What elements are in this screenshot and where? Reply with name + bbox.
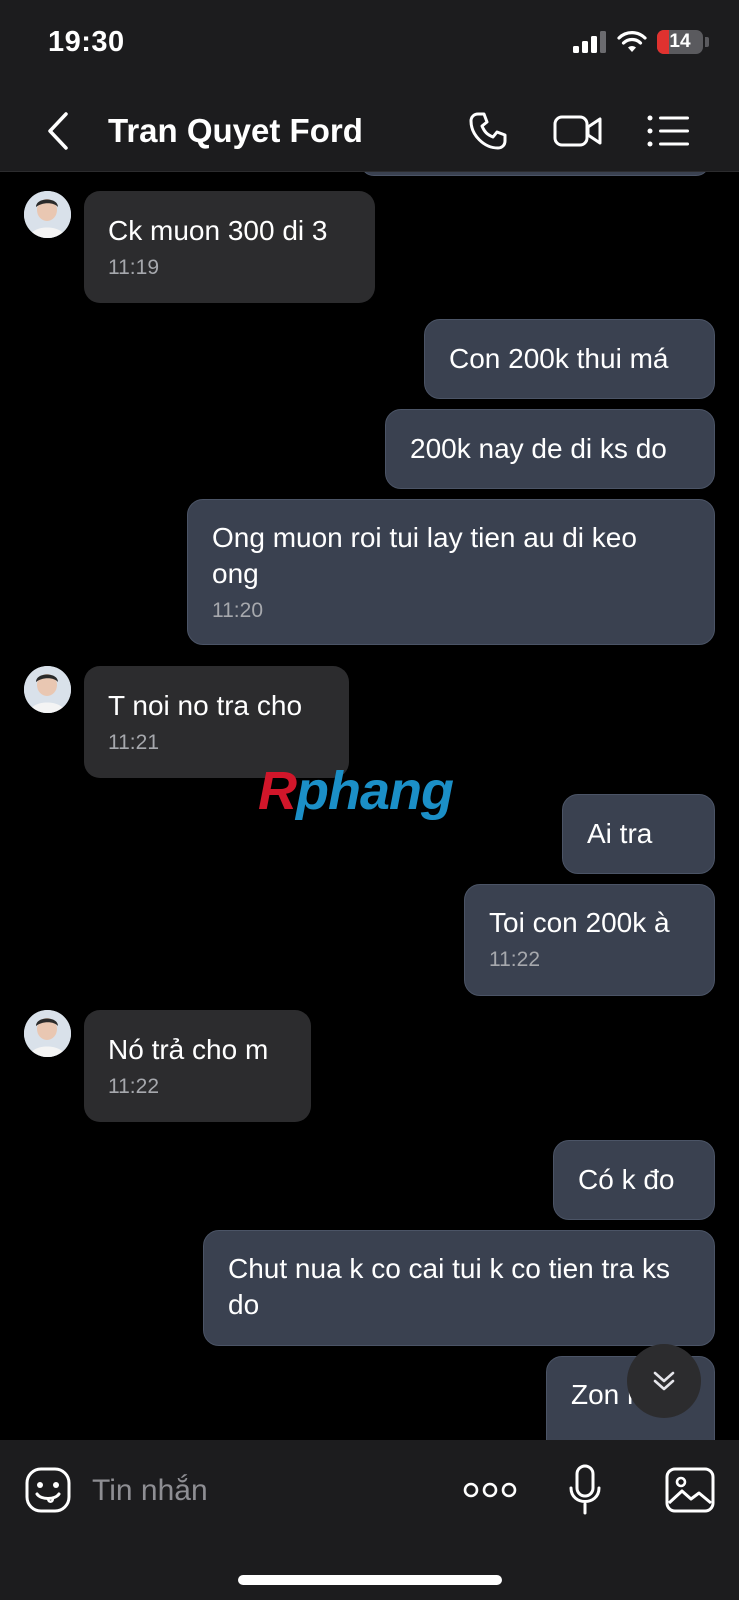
contact-name[interactable]: Tran Quyet Ford bbox=[108, 112, 363, 150]
image-gallery-icon bbox=[665, 1467, 715, 1513]
message-bubble-outgoing[interactable]: Con 200k thui má bbox=[424, 319, 715, 399]
message-bubble-incoming[interactable]: Nó trả cho m 11:22 bbox=[84, 1010, 311, 1122]
message-time: 11:20 bbox=[212, 599, 263, 622]
message-text: Ong muon roi tui lay tien au di keo ong bbox=[212, 522, 637, 589]
avatar-image bbox=[24, 191, 71, 238]
voice-call-button[interactable] bbox=[462, 106, 514, 156]
status-bar: 19:30 14 bbox=[0, 0, 739, 90]
message-text: Ck muon 300 di 3 bbox=[108, 215, 328, 246]
emoji-sticker-icon bbox=[25, 1467, 71, 1513]
message-text: 200k nay de di ks do bbox=[410, 433, 667, 464]
more-dots-icon bbox=[463, 1482, 517, 1498]
photo-picker-button[interactable] bbox=[664, 1462, 716, 1518]
back-button[interactable] bbox=[38, 108, 78, 154]
scroll-to-bottom-button[interactable] bbox=[627, 1344, 701, 1418]
sticker-button[interactable] bbox=[22, 1462, 74, 1518]
message-text: Ai tra bbox=[587, 818, 653, 849]
video-camera-icon bbox=[553, 115, 602, 147]
chevron-left-icon bbox=[48, 112, 68, 150]
list-menu-icon bbox=[647, 115, 689, 147]
message-input[interactable] bbox=[92, 1466, 432, 1516]
microphone-icon bbox=[569, 1464, 601, 1515]
status-icons: 14 bbox=[573, 30, 709, 54]
message-text: Toi con 200k à bbox=[489, 907, 670, 938]
message-bubble-outgoing[interactable]: Ong muon roi tui lay tien au di keo ong … bbox=[187, 499, 715, 645]
message-text: Chut nua k co cai tui k co tien tra ks d… bbox=[228, 1253, 670, 1320]
message-time: 11:19 bbox=[108, 256, 159, 279]
message-bubble-incoming[interactable]: Ck muon 300 di 3 11:19 bbox=[84, 191, 375, 303]
voice-message-button[interactable] bbox=[564, 1462, 606, 1518]
message-time: 11:22 bbox=[108, 1075, 159, 1098]
cellular-signal-icon bbox=[573, 31, 606, 53]
battery-percentage: 14 bbox=[669, 31, 691, 52]
status-time: 19:30 bbox=[48, 26, 125, 58]
message-text: T noi no tra cho bbox=[108, 690, 303, 721]
message-text: Có k đo bbox=[578, 1164, 675, 1195]
watermark-logo: Rphang bbox=[258, 760, 454, 822]
previous-message-bubble bbox=[360, 172, 710, 176]
message-bubble-outgoing[interactable]: Chut nua k co cai tui k co tien tra ks d… bbox=[203, 1230, 715, 1346]
home-indicator[interactable] bbox=[238, 1575, 502, 1585]
avatar-image bbox=[24, 666, 71, 713]
message-bubble-outgoing[interactable]: Có k đo bbox=[553, 1140, 715, 1220]
double-chevron-down-icon bbox=[653, 1371, 675, 1391]
contact-avatar[interactable] bbox=[24, 1010, 71, 1057]
battery-indicator: 14 bbox=[657, 30, 703, 54]
avatar-image bbox=[24, 1010, 71, 1057]
video-call-button[interactable] bbox=[552, 106, 604, 156]
battery-tip bbox=[705, 37, 709, 47]
chat-menu-button[interactable] bbox=[642, 106, 694, 156]
watermark-word: phang bbox=[296, 761, 454, 821]
message-bubble-outgoing[interactable]: Ai tra bbox=[562, 794, 715, 874]
wifi-icon bbox=[617, 31, 647, 52]
contact-avatar[interactable] bbox=[24, 666, 71, 713]
watermark-letter: R bbox=[258, 761, 297, 821]
message-bubble-outgoing[interactable]: 200k nay de di ks do bbox=[385, 409, 715, 489]
message-time: 11:22 bbox=[489, 948, 540, 971]
message-text: Nó trả cho m bbox=[108, 1034, 269, 1065]
message-bubble-outgoing[interactable]: Toi con 200k à 11:22 bbox=[464, 884, 715, 996]
chat-header: Tran Quyet Ford bbox=[0, 90, 739, 172]
message-text: Con 200k thui má bbox=[449, 343, 669, 374]
message-list[interactable]: Ck muon 300 di 3 11:19 Con 200k thui má … bbox=[0, 172, 739, 1440]
more-options-button[interactable] bbox=[462, 1462, 518, 1518]
phone-icon bbox=[469, 112, 507, 150]
contact-avatar[interactable] bbox=[24, 191, 71, 238]
message-time: 11:21 bbox=[108, 731, 159, 754]
